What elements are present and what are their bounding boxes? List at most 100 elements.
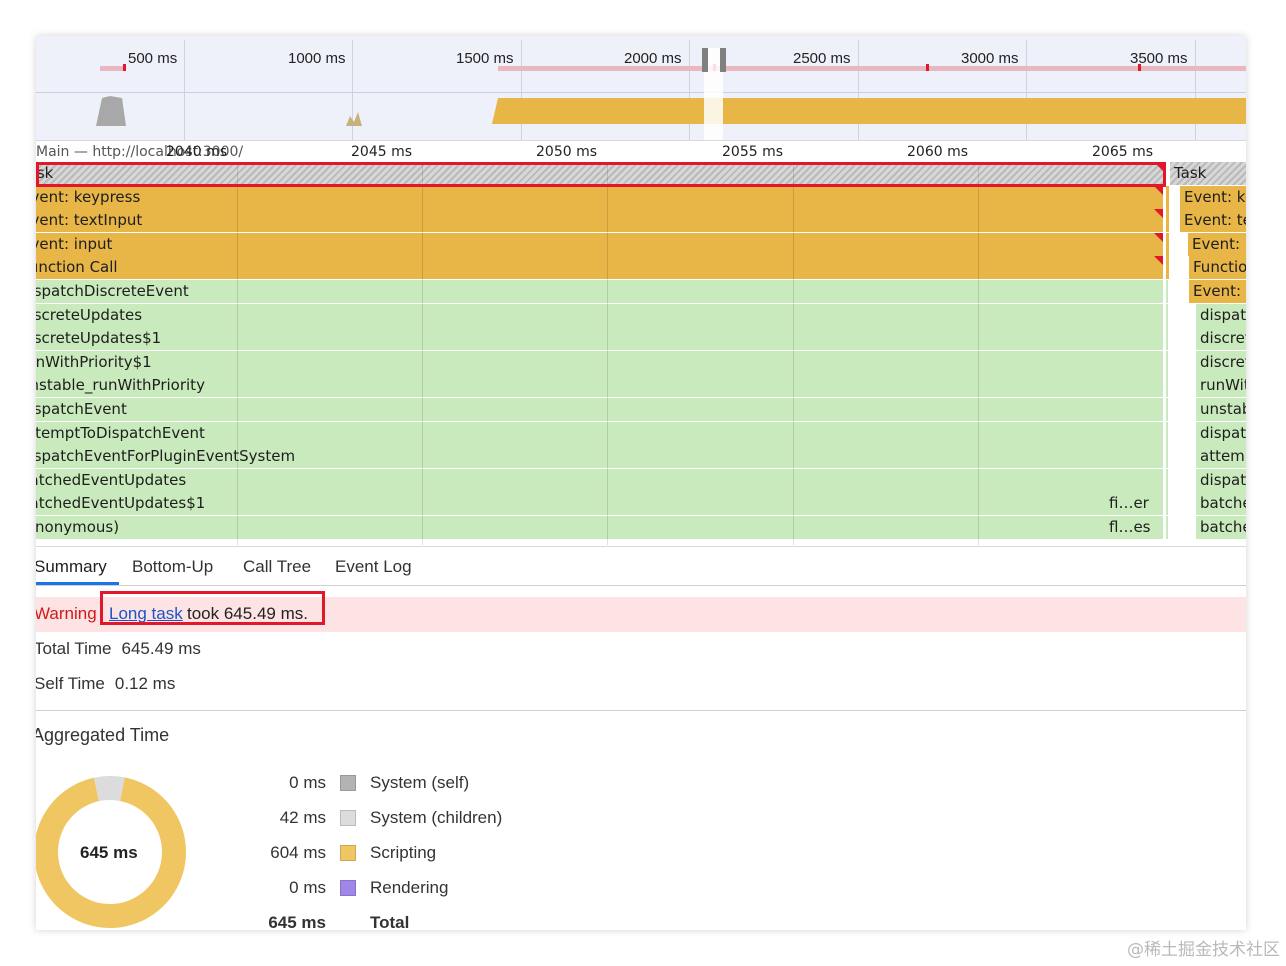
tab-call-tree[interactable]: Call Tree [243,557,311,577]
flame-row: unstable_runWithPriority runWithPriority$… [36,374,1246,399]
flame-entry-label: fi…er [1109,494,1149,513]
long-task-corner-marker [1154,256,1163,266]
flame-entry[interactable]: Event: textInput [1180,209,1246,233]
flame-chart[interactable]: TaskTaskEvent: keypressEvent: keypressEv… [36,162,1246,545]
flame-entry[interactable]: Event: input [1189,280,1246,303]
flame-entry[interactable]: attemptToDispatchEvent [1196,445,1246,469]
selected-task-highlight [36,162,1166,187]
flame-entry[interactable]: (anonymous) [36,516,1163,539]
self-time-label: Self Time [36,674,105,693]
flame-entry-label: Event: textInput [1184,211,1246,230]
flame-entry-label: batchedEventUpdates [1200,494,1246,513]
flame-entry[interactable]: Event: keypress [1180,185,1246,209]
selection-right-handle[interactable] [720,48,726,72]
long-task-bar[interactable] [100,66,124,71]
flame-entry[interactable]: batchedEventUpdates [36,468,1163,492]
section-divider [36,710,1246,711]
flame-entry-sliver[interactable] [1166,350,1168,374]
flame-entry-sliver[interactable] [1166,232,1169,256]
flame-entry[interactable]: discreteUpdates [36,303,1163,327]
flame-entry-sliver[interactable] [1166,209,1169,233]
flame-entry-small[interactable]: fi…er [1108,492,1163,516]
tab-event-log[interactable]: Event Log [335,557,412,577]
flame-entry[interactable]: Function Call [1189,256,1246,280]
flame-entry-sliver[interactable] [1166,398,1168,421]
overview-gridline [858,40,859,140]
flame-entry[interactable]: dispatchEventForPluginEventSystem [1196,468,1246,492]
flame-entry[interactable]: discreteUpdates$1 [1196,350,1246,374]
ruler-tick-label: 2050 ms [536,144,598,160]
flame-entry-sliver[interactable] [1166,516,1168,539]
flame-entry[interactable]: batchedEventUpdates$1 [36,492,1163,516]
flame-entry-label: dispatchEventForPluginEventSystem [36,447,296,466]
flame-entry-sliver[interactable] [1166,280,1168,303]
legend-swatch [340,845,356,861]
flame-row: discreteUpdates$1 discreteUpdates [36,327,1246,352]
flame-entry[interactable]: Event: input [1188,232,1246,256]
flame-entry[interactable]: runWithPriority$1 [1196,374,1246,398]
flame-entry[interactable]: dispatchEvent [36,398,1163,421]
long-task-marker [1138,64,1141,71]
flame-row: Event: textInput Event: textInput [36,209,1246,234]
tab-bottom-up[interactable]: Bottom-Up [132,557,213,577]
total-time-label: Total Time [36,639,112,658]
flame-entry-label: batchedEventUpdates [36,470,187,489]
flame-entry-label: discreteUpdates$1 [1200,352,1246,371]
flame-gridline [422,162,423,545]
flame-entry[interactable]: batchedEventUpdates [1196,492,1246,516]
flame-entry[interactable]: dispatchDiscreteEvent [36,280,1163,303]
flame-entry-sliver[interactable] [1166,445,1168,469]
flame-entry[interactable]: discreteUpdates$1 [36,327,1163,351]
flame-entry-label: Event: input [1193,282,1246,300]
flame-entry[interactable]: dispatchDiscreteEvent [1196,303,1246,327]
flame-entry[interactable]: dispatchEventForPluginEventSystem [36,445,1163,469]
timeline-overview[interactable]: 500 ms 1000 ms 1500 ms 2000 ms 2500 ms 3… [36,36,1246,140]
flame-entry-sliver[interactable] [1166,374,1168,398]
task-bar[interactable]: Task [1170,162,1246,185]
flame-row: discreteUpdates dispatchDiscreteEvent [36,303,1246,328]
flame-entry-sliver[interactable] [1166,421,1168,445]
overview-tick-label: 2000 ms [624,50,682,67]
devtools-performance-panel: 500 ms 1000 ms 1500 ms 2000 ms 2500 ms 3… [36,36,1246,930]
flame-entry-label: runWithPriority$1 [1200,376,1246,395]
flame-entry[interactable]: Event: input [36,232,1163,256]
flame-entry[interactable]: discreteUpdates [1196,327,1246,351]
flame-entry-small[interactable]: fl…es [1108,516,1163,539]
total-time-row: Total Time 645.49 ms [36,639,201,659]
flame-entry[interactable]: Event: textInput [36,209,1163,233]
flame-entry-label: attemptToDispatchEvent [1200,447,1246,466]
flame-entry-sliver[interactable] [1166,185,1169,209]
flame-entry-sliver[interactable] [1166,303,1168,327]
legend-swatch [340,810,356,826]
flame-entry-label: dispatchDiscreteEvent [36,282,189,300]
flame-row: Event: keypress Event: keypress [36,185,1246,210]
long-task-bar[interactable] [498,66,1246,71]
flame-entry[interactable]: unstable_runWithPriority [1196,398,1246,421]
flame-entry-sliver[interactable] [1166,256,1169,280]
total-time-value: 645.49 ms [121,639,201,658]
flame-entry[interactable]: dispatchEvent [1196,421,1246,445]
flame-entry-sliver[interactable] [1166,492,1168,516]
flame-entry[interactable]: batchedEventUpdates$1 [1196,516,1246,539]
flame-gridline [793,162,794,545]
flame-entry-sliver[interactable] [1166,327,1168,351]
legend-swatch [340,775,356,791]
flame-entry[interactable]: Event: keypress [36,185,1163,209]
cpu-activity-graph [96,96,362,126]
selection-left-handle[interactable] [702,48,708,72]
flame-entry[interactable]: runWithPriority$1 [36,350,1163,374]
flame-row: Function Call Function Call [36,256,1246,281]
flame-entry[interactable]: attemptToDispatchEvent [36,421,1163,445]
legend-value: 42 ms [279,808,326,827]
overview-gridline [1026,40,1027,140]
flame-gridline [237,162,238,545]
tab-summary[interactable]: Summary [36,557,107,577]
flame-entry[interactable]: Function Call [36,256,1163,280]
overview-gridline [1195,40,1196,140]
flame-entry-sliver[interactable] [1166,468,1168,492]
flame-row: batchedEventUpdates$1 fi…er batchedEventUp… [36,492,1246,517]
flame-entry[interactable]: unstable_runWithPriority [36,374,1163,398]
legend-name: System (children) [370,808,503,827]
flame-entry-label: dispatchEvent [36,400,127,418]
aggregated-time-title: Aggregated Time [36,725,170,745]
